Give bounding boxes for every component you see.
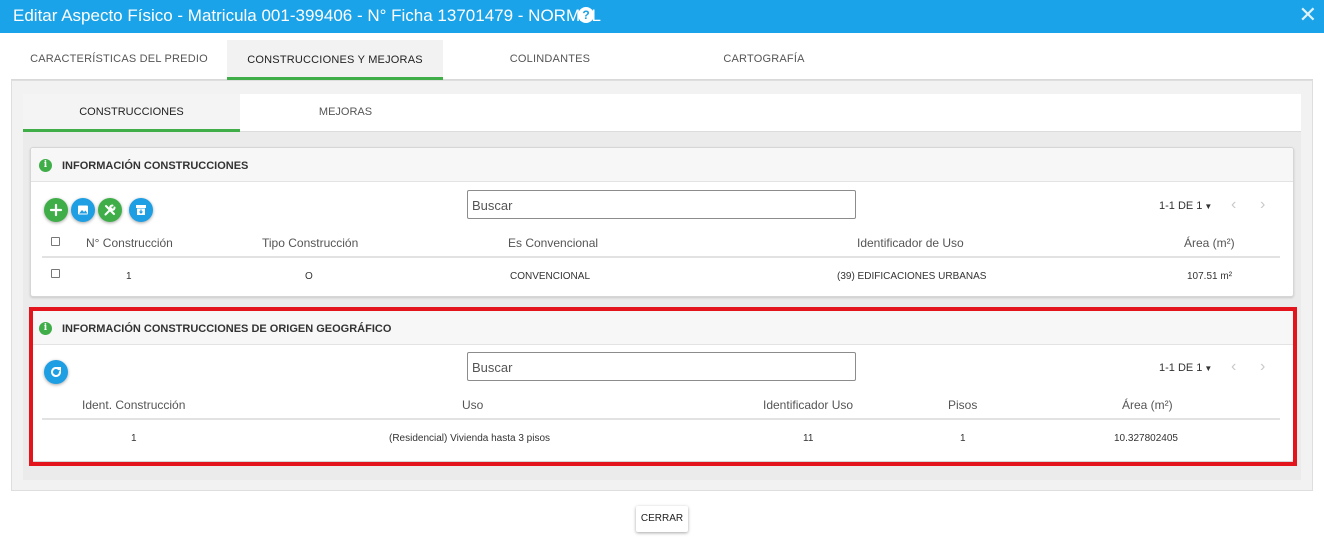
tab-construcciones-y-mejoras[interactable]: CONSTRUCCIONES Y MEJORAS bbox=[227, 40, 443, 80]
help-icon[interactable]: ? bbox=[578, 7, 594, 23]
column-header[interactable]: Es Convencional bbox=[508, 236, 598, 250]
tab-mejoras[interactable]: MEJORAS bbox=[240, 94, 451, 132]
highlight-frame bbox=[29, 307, 1297, 466]
table-cell: CONVENCIONAL bbox=[510, 271, 591, 282]
column-header[interactable]: Identificador de Uso bbox=[857, 236, 964, 250]
table-cell: 107.51 m² bbox=[1187, 271, 1233, 282]
close-icon[interactable]: ✕ bbox=[1299, 3, 1317, 27]
image-icon[interactable] bbox=[71, 198, 95, 222]
table-cell: (39) EDIFICACIONES URBANAS bbox=[837, 271, 987, 282]
dialog-title-bar: Editar Aspecto Físico - Matricula 001-39… bbox=[0, 0, 1324, 33]
tab-caracteristicas-del-predio[interactable]: CARACTERÍSTICAS DEL PREDIO bbox=[11, 40, 227, 80]
tab-colindantes[interactable]: COLINDANTES bbox=[443, 40, 657, 80]
add-icon[interactable] bbox=[44, 198, 68, 222]
tab-construcciones[interactable]: CONSTRUCCIONES bbox=[23, 94, 240, 132]
construcciones-pager[interactable]: 1-1 DE 1 ▼ bbox=[1159, 200, 1212, 212]
info-icon: i bbox=[39, 159, 52, 172]
caret-down-icon: ▼ bbox=[1204, 202, 1213, 211]
column-header[interactable]: N° Construcción bbox=[86, 236, 173, 250]
tab-cartografia[interactable]: CARTOGRAFÍA bbox=[657, 40, 871, 80]
column-header[interactable]: Tipo Construcción bbox=[262, 236, 358, 250]
close-button[interactable]: CERRAR bbox=[636, 506, 688, 532]
construcciones-card-header: i INFORMACIÓN CONSTRUCCIONES bbox=[31, 148, 1293, 182]
chevron-left-icon[interactable]: ‹ bbox=[1231, 196, 1236, 214]
dialog-title: Editar Aspecto Físico - Matricula 001-39… bbox=[13, 6, 601, 25]
table-cell: 1 bbox=[126, 271, 132, 282]
table-row[interactable]: 1 O CONVENCIONAL (39) EDIFICACIONES URBA… bbox=[42, 260, 1280, 295]
table-cell: O bbox=[305, 271, 313, 282]
tools-icon[interactable] bbox=[98, 198, 122, 222]
sub-tab-bar: CONSTRUCCIONES MEJORAS bbox=[23, 94, 1301, 132]
construcciones-table-header: N° Construcción Tipo Construcción Es Con… bbox=[42, 228, 1280, 258]
construcciones-card-title: INFORMACIÓN CONSTRUCCIONES bbox=[62, 160, 249, 172]
row-checkbox[interactable] bbox=[51, 269, 60, 278]
main-tab-bar: CARACTERÍSTICAS DEL PREDIO CONSTRUCCIONE… bbox=[11, 40, 1313, 80]
pager-range: 1-1 DE 1 bbox=[1159, 200, 1203, 212]
archive-icon[interactable] bbox=[129, 198, 153, 222]
select-all-checkbox[interactable] bbox=[51, 237, 60, 246]
construcciones-search-input[interactable] bbox=[467, 190, 856, 219]
column-header[interactable]: Área (m²) bbox=[1184, 236, 1235, 250]
chevron-right-icon[interactable]: › bbox=[1260, 196, 1265, 214]
